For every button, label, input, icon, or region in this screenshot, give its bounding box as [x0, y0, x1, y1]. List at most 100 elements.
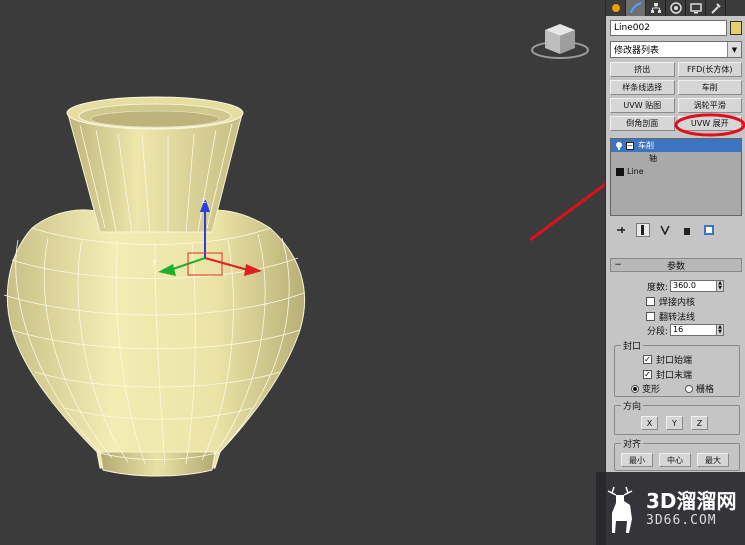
align-buttons: 最小 中心 最大 [621, 453, 729, 467]
bevel-profile-button[interactable]: 倒角剖面 [610, 116, 675, 131]
direction-group: 方向 X Y Z [614, 399, 740, 435]
modify-tab[interactable] [626, 0, 646, 16]
stack-toolbar [614, 222, 738, 238]
spinner-arrows-icon[interactable]: ▲ ▼ [717, 280, 724, 292]
segments-value[interactable]: 16 [670, 324, 717, 336]
align-max-button[interactable]: 最大 [697, 453, 729, 467]
highlight-ellipse [674, 113, 745, 137]
spinner-arrows-icon[interactable]: ▲ ▼ [717, 324, 724, 336]
grid-radio[interactable] [685, 384, 693, 393]
stack-item-lathe-label: 车削 [638, 141, 654, 150]
watermark: 3D溜溜网 3D66.COM [596, 472, 745, 545]
object-color-swatch[interactable] [730, 21, 742, 35]
motion-tab[interactable] [666, 0, 686, 16]
tab-spacer [726, 0, 745, 16]
create-icon [611, 4, 620, 12]
segments-spinner[interactable]: 16 ▲ ▼ [670, 324, 724, 336]
uvw-map-button[interactable]: UVW 贴图 [610, 98, 675, 113]
parameters-title: 参数 [666, 261, 685, 272]
motion-icon [669, 2, 682, 14]
modifier-stack[interactable]: − 车削 轴 Line [610, 138, 742, 216]
align-title: 对齐 [621, 437, 644, 450]
ffd-box-button[interactable]: FFD(长方体) [677, 62, 742, 77]
utilities-tab[interactable] [706, 0, 726, 16]
align-group: 对齐 最小 中心 最大 [614, 437, 740, 471]
lathe-button[interactable]: 车削 [677, 80, 742, 95]
direction-buttons: X Y Z [641, 416, 708, 430]
degrees-label: 度数: [646, 282, 668, 293]
collapse-icon: − [614, 260, 622, 270]
stack-item-line[interactable]: Line [611, 165, 741, 178]
watermark-en: 3D66.COM [646, 513, 717, 528]
direction-z-button[interactable]: Z [691, 416, 708, 430]
direction-title: 方向 [621, 399, 644, 412]
degrees-row: 度数: 360.0 ▲ ▼ [616, 279, 738, 293]
cap-end-label: 封口末端 [656, 371, 693, 381]
viewcube[interactable] [531, 24, 589, 59]
cap-end-checkbox[interactable]: ✓ [643, 370, 652, 379]
segments-row: 分段: 16 ▲ ▼ [616, 323, 738, 337]
segments-label: 分段: [646, 326, 668, 337]
stack-item-axis-label: 轴 [649, 154, 657, 163]
vase-foot [99, 451, 216, 477]
weld-core-label: 焊接内核 [659, 297, 696, 308]
modify-icon [629, 2, 641, 14]
modifier-list-label: 修改器列表 [614, 46, 660, 56]
morph-option[interactable]: 变形 [631, 382, 660, 395]
utilities-icon [710, 3, 721, 14]
direction-y-button[interactable]: Y [666, 416, 683, 430]
grid-label: 栅格 [696, 385, 715, 395]
z-axis-label: z [202, 196, 206, 205]
turbosmooth-button[interactable]: 涡轮平滑 [677, 98, 742, 113]
display-icon [689, 3, 702, 14]
align-min-button[interactable]: 最小 [621, 453, 653, 467]
cap-start-row: ✓ 封口始端 [643, 353, 692, 366]
command-panel: Line002 修改器列表 ▼ 挤出 FFD(长方体) 样条线选择 车削 UVW… [605, 0, 745, 545]
modifier-list-dropdown[interactable]: 修改器列表 ▼ [610, 41, 742, 58]
remove-modifier-icon[interactable] [680, 223, 694, 237]
weld-core-row: 焊接内核 [616, 294, 738, 308]
pin-stack-icon[interactable] [614, 223, 628, 237]
make-unique-icon[interactable] [658, 223, 672, 237]
object-name-field[interactable]: Line002 [610, 20, 727, 36]
watermark-cn: 3D溜溜网 [646, 489, 737, 513]
capping-title: 封口 [621, 339, 644, 352]
direction-x-button[interactable]: X [641, 416, 658, 430]
display-tab[interactable] [686, 0, 706, 16]
cap-start-checkbox[interactable]: ✓ [643, 355, 652, 364]
perspective-viewport[interactable]: z y [0, 0, 605, 545]
object-name-row: Line002 [610, 20, 742, 36]
vase-mesh[interactable] [3, 96, 306, 477]
show-end-result-icon[interactable] [636, 223, 650, 237]
y-axis-label: y [152, 257, 157, 266]
parameters-rollout-header[interactable]: − 参数 [610, 258, 742, 272]
watermark-text: 3D溜溜网 3D66.COM [646, 489, 737, 528]
chevron-down-icon: ▼ [727, 42, 741, 57]
flip-normals-checkbox[interactable] [646, 311, 655, 321]
weld-core-checkbox[interactable] [646, 296, 655, 306]
viewport-canvas: z y [3, 24, 605, 477]
capping-group: 封口 ✓ 封口始端 ✓ 封口末端 变形 栅格 [614, 339, 740, 397]
extrude-button[interactable]: 挤出 [610, 62, 675, 77]
annotation-arrow [529, 182, 605, 242]
base-object-icon [616, 167, 624, 176]
create-tab[interactable] [606, 0, 626, 16]
vase-inner [90, 110, 220, 128]
degrees-value[interactable]: 360.0 [670, 280, 717, 292]
flip-normals-label: 翻转法线 [659, 312, 696, 323]
hierarchy-icon [650, 3, 661, 13]
hierarchy-tab[interactable] [646, 0, 666, 16]
cap-start-label: 封口始端 [656, 356, 693, 366]
lightbulb-icon[interactable] [614, 141, 624, 151]
degrees-spinner[interactable]: 360.0 ▲ ▼ [670, 280, 724, 292]
deer-logo-icon [607, 486, 633, 533]
configure-modifier-sets-icon[interactable] [702, 223, 716, 237]
stack-item-lathe[interactable]: − 车削 [611, 139, 741, 152]
stack-item-axis[interactable]: 轴 [611, 152, 741, 165]
grid-option[interactable]: 栅格 [685, 382, 714, 395]
spline-select-button[interactable]: 样条线选择 [610, 80, 675, 95]
collapse-icon[interactable]: − [626, 141, 634, 150]
morph-radio[interactable] [631, 384, 639, 393]
morph-label: 变形 [642, 385, 661, 395]
align-center-button[interactable]: 中心 [659, 453, 691, 467]
